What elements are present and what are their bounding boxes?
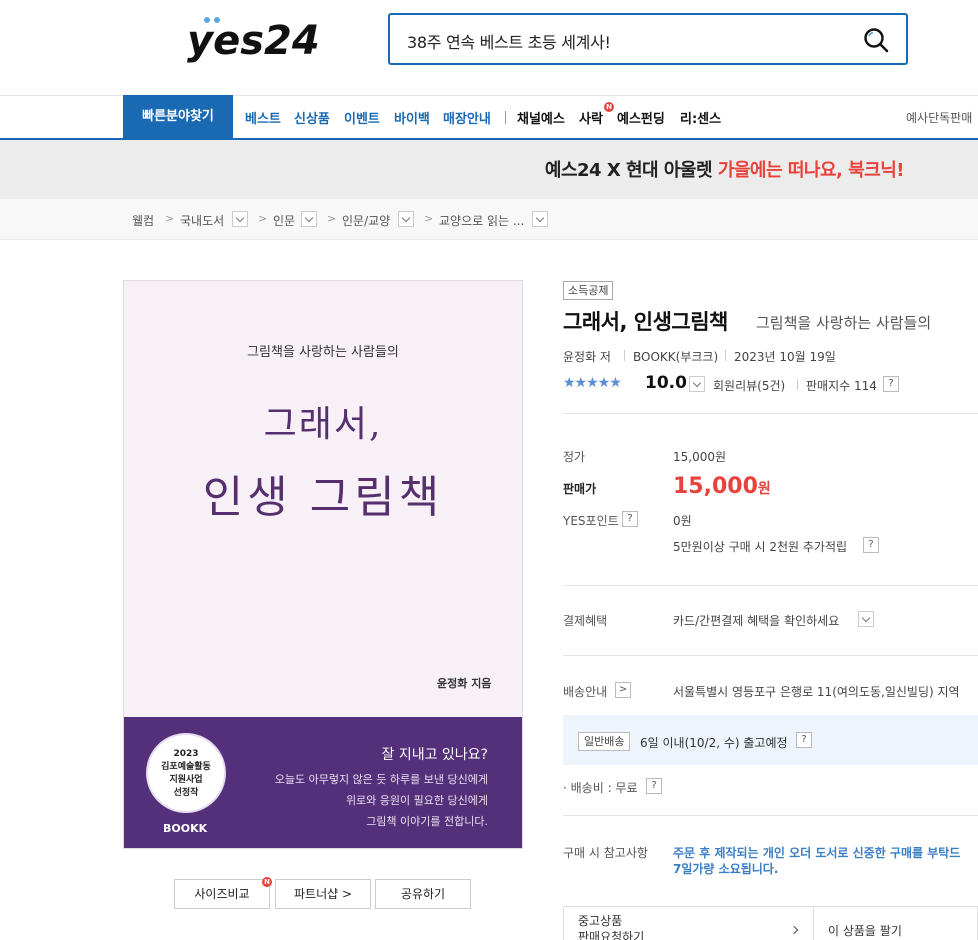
promo-banner[interactable]: 예스24 X 현대 아울렛 가을에는 떠나요, 북크닉! <box>0 140 978 199</box>
partner-shop-button[interactable]: 파트너샵 > <box>275 879 371 909</box>
sell-this-item-button[interactable]: 이 상품을 팔기 <box>828 922 902 939</box>
book-cover[interactable]: 그림책을 사랑하는 사람들의 그래서, 인생 그림책 윤정화 지음 2023 김… <box>123 280 523 849</box>
search-icon[interactable] <box>862 26 890 54</box>
star-rating-icon: ★★★★★ <box>563 375 622 391</box>
cover-question: 잘 지내고 있나요? <box>381 747 489 763</box>
yes-point-note: 5만원이상 구매 시 2천원 추가적립 <box>673 540 848 554</box>
tax-deduction-badge: 소득공제 <box>563 281 614 300</box>
chevron-down-icon[interactable] <box>689 376 705 392</box>
chevron-down-icon[interactable] <box>398 211 414 227</box>
used-sale-request-button[interactable]: 중고상품 판매요청하기 <box>578 913 644 940</box>
nav-channel-yes[interactable]: 채널예스 <box>517 108 565 127</box>
breadcrumb-home[interactable]: 웰컴 <box>132 212 154 229</box>
product-subtitle: 그림책을 사랑하는 사람들의 <box>756 314 932 332</box>
member-review-link[interactable]: 회원리뷰(5건) <box>713 377 785 394</box>
meta-divider <box>797 379 798 390</box>
cover-message: 오늘도 아무렇지 않은 듯 하루를 보낸 당신에게 위로와 응원이 필요한 당신… <box>274 773 488 828</box>
global-nav: 빠른분야찾기 베스트 신상품 이벤트 바이백 매장안내 채널예스 사락 N 예스… <box>0 95 978 140</box>
divider <box>563 815 978 816</box>
publisher-link[interactable]: BOOKK(부크크) <box>633 348 718 365</box>
chevron-right-icon[interactable]: > <box>615 682 631 698</box>
publish-date: 2023년 10월 19일 <box>734 350 836 364</box>
yes-point-label: YES포인트 <box>563 514 619 528</box>
sale-price-value: 15,000원 <box>673 474 771 499</box>
shipping-fee: · 배송비 : 무료 <box>563 781 638 795</box>
cover-title-line2: 인생 그림책 <box>202 472 444 523</box>
sale-price-label: 판매가 <box>563 482 597 496</box>
help-icon[interactable]: ? <box>863 537 879 553</box>
breadcrumb-humanities[interactable]: 인문 <box>273 212 295 229</box>
award-seal: 2023 김포예술활동 지원사업 선정작 <box>146 733 226 813</box>
chevron-down-icon[interactable] <box>301 211 317 227</box>
chevron-right-icon <box>789 925 799 935</box>
divider <box>563 655 978 656</box>
payment-benefit-label: 결제혜택 <box>563 614 608 628</box>
banner-text: 예스24 X 현대 아울렛 가을에는 떠나요, 북크닉! <box>544 160 905 181</box>
search-input[interactable]: 38주 연속 베스트 초등 세계사! <box>407 29 611 53</box>
list-price-value: 15,000원 <box>673 450 727 464</box>
help-icon[interactable]: ? <box>796 732 812 748</box>
meta-divider <box>624 350 625 361</box>
shipping-address[interactable]: 서울특별시 영등포구 은행로 11(여의도동,일신빌딩) 지역 <box>673 683 960 700</box>
svg-text:yes24: yes24 <box>187 18 320 64</box>
nav-store[interactable]: 매장안내 <box>443 108 491 127</box>
help-icon[interactable]: ? <box>883 376 899 392</box>
nav-exclusive[interactable]: 예사단독판매 <box>906 109 972 126</box>
nav-sarak[interactable]: 사락 <box>579 108 603 127</box>
delivery-estimate-box: 일반배송 6일 이내(10/2, 수) 출고예정 ? <box>563 715 978 765</box>
delivery-eta: 6일 이내(10/2, 수) 출고예정 <box>640 736 788 750</box>
divider <box>563 585 978 586</box>
yes-point-value: 0원 <box>673 514 692 528</box>
cover-title-line1: 그래서, <box>263 404 383 445</box>
search-bar[interactable]: 38주 연속 베스트 초등 세계사! <box>388 13 908 65</box>
divider <box>813 907 814 940</box>
nav-yes-funding[interactable]: 예스펀딩 <box>617 108 665 127</box>
help-icon[interactable]: ? <box>646 778 662 794</box>
shipping-label: 배송안내 <box>563 685 608 699</box>
payment-benefit-value[interactable]: 카드/간편결제 혜택을 확인하세요 <box>673 612 839 629</box>
publisher-logo: BOOKK <box>163 822 208 835</box>
breadcrumb-current[interactable]: 교양으로 읽는 ... <box>439 212 524 229</box>
breadcrumb: 웰컴 > 국내도서 > 인문 > 인문/교양 > 교양으로 읽는 ... <box>0 199 978 240</box>
quick-category-button[interactable]: 빠른분야찾기 <box>123 95 233 140</box>
list-price-label: 정가 <box>563 450 586 464</box>
yes24-logo[interactable]: yes24 <box>187 12 327 64</box>
chevron-down-icon[interactable] <box>532 211 548 227</box>
nav-divider <box>505 111 506 124</box>
purchase-note-line2: 7일가량 소요됩니다. <box>673 862 779 876</box>
rating-score: 10.0 <box>645 373 687 393</box>
cover-bottom-band: 2023 김포예술활동 지원사업 선정작 BOOKK 잘 지내고 있나요? 오늘… <box>124 717 522 848</box>
shipping-type-badge: 일반배송 <box>578 732 631 751</box>
chevron-right-icon: > <box>165 212 175 225</box>
author-link[interactable]: 윤정화 저 <box>563 348 611 365</box>
chevron-right-icon: > <box>258 212 268 225</box>
new-badge: N <box>604 102 614 112</box>
nav-license[interactable]: 리:센스 <box>680 108 721 127</box>
purchase-note-line1: 주문 후 제작되는 개인 오더 도서로 신중한 구매를 부탁드 <box>673 846 961 860</box>
nav-new[interactable]: 신상품 <box>294 108 330 127</box>
nav-event[interactable]: 이벤트 <box>344 108 380 127</box>
cover-author: 윤정화 지음 <box>437 677 492 690</box>
purchase-note-label: 구매 시 참고사항 <box>563 846 648 860</box>
new-badge: N <box>262 877 272 887</box>
chevron-down-icon[interactable] <box>232 211 248 227</box>
cover-subtitle: 그림책을 사랑하는 사람들의 <box>247 345 399 360</box>
nav-buyback[interactable]: 바이백 <box>394 108 430 127</box>
breadcrumb-liberal-arts[interactable]: 인문/교양 <box>342 212 390 229</box>
product-title: 그래서, 인생그림책 <box>563 310 728 334</box>
sales-index: 판매지수 114 <box>806 379 877 393</box>
nav-best[interactable]: 베스트 <box>245 108 281 127</box>
divider <box>563 413 978 414</box>
meta-divider <box>725 350 726 361</box>
breadcrumb-domestic[interactable]: 국내도서 <box>180 212 224 229</box>
help-icon[interactable]: ? <box>622 511 638 527</box>
share-button[interactable]: 공유하기 <box>375 879 471 909</box>
chevron-right-icon: > <box>327 212 337 225</box>
chevron-right-icon: > <box>424 212 434 225</box>
used-goods-box: 중고상품 판매요청하기 이 상품을 팔기 <box>563 906 978 940</box>
chevron-down-icon[interactable] <box>858 611 874 627</box>
size-compare-button[interactable]: 사이즈비교 <box>174 879 270 909</box>
